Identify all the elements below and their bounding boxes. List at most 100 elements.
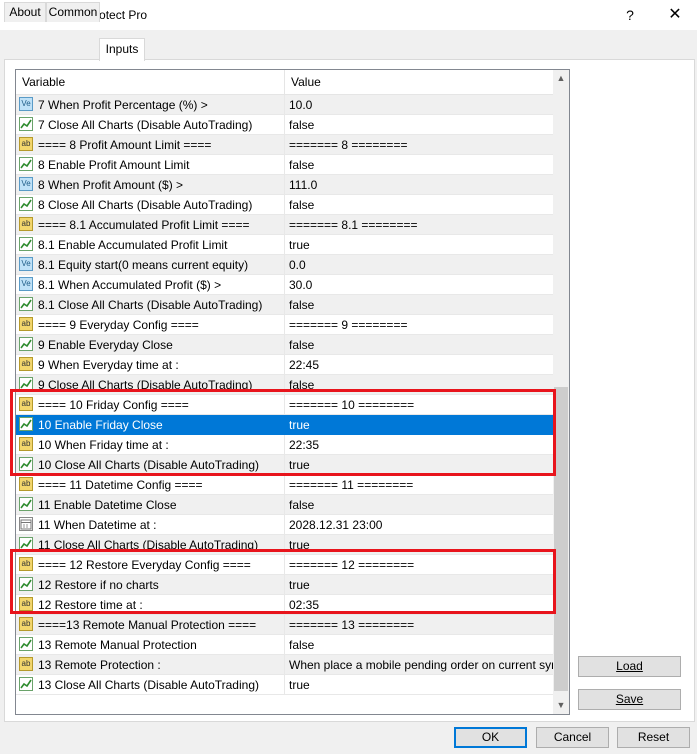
variable-cell[interactable]: ab ==== 8.1 Accumulated Profit Limit ====	[16, 215, 284, 235]
table-row[interactable]: 10 Close All Charts (Disable AutoTrading…	[16, 455, 554, 475]
value-cell[interactable]: ======= 10 ========	[284, 395, 554, 415]
table-row[interactable]: 8 Enable Profit Amount Limit false	[16, 155, 554, 175]
table-row[interactable]: 8.1 Enable Accumulated Profit Limit true	[16, 235, 554, 255]
table-row[interactable]: 13 Close All Charts (Disable AutoTrading…	[16, 675, 554, 695]
variable-cell[interactable]: Ve 8 When Profit Amount ($) >	[16, 175, 284, 195]
table-row[interactable]: 9 Close All Charts (Disable AutoTrading)…	[16, 375, 554, 395]
table-row[interactable]: ab 10 When Friday time at : 22:35	[16, 435, 554, 455]
table-row[interactable]: 11 When Datetime at : 2028.12.31 23:00	[16, 515, 554, 535]
value-cell[interactable]: true	[284, 675, 554, 695]
table-row[interactable]: ab ==== 11 Datetime Config ==== ======= 11…	[16, 475, 554, 495]
value-cell[interactable]: true	[284, 415, 554, 435]
cancel-button[interactable]: Cancel	[536, 727, 609, 748]
value-cell[interactable]: ======= 8.1 ========	[284, 215, 554, 235]
table-row[interactable]: ab ==== 10 Friday Config ==== ======= 10 =…	[16, 395, 554, 415]
scroll-up-arrow-icon[interactable]: ▲	[553, 70, 569, 87]
variable-cell[interactable]: 12 Restore if no charts	[16, 575, 284, 595]
table-row[interactable]: Ve 8.1 Equity start(0 means current equit…	[16, 255, 554, 275]
variable-cell[interactable]: ab 13 Remote Protection :	[16, 655, 284, 675]
value-cell[interactable]: true	[284, 455, 554, 475]
value-cell[interactable]: When place a mobile pending order on cur…	[284, 655, 569, 675]
table-row[interactable]: Ve 7 When Profit Percentage (%) > 10.0	[16, 95, 554, 115]
table-row[interactable]: 13 Remote Manual Protection false	[16, 635, 554, 655]
value-cell[interactable]: ======= 11 ========	[284, 475, 554, 495]
value-cell[interactable]: ======= 8 ========	[284, 135, 554, 155]
variable-cell[interactable]: Ve 8.1 Equity start(0 means current equit…	[16, 255, 284, 275]
value-cell[interactable]: false	[284, 635, 554, 655]
help-button[interactable]: ?	[619, 3, 641, 27]
variable-cell[interactable]: ab ==== 12 Restore Everyday Config ====	[16, 555, 284, 575]
variable-cell[interactable]: ab 12 Restore time at :	[16, 595, 284, 615]
variable-cell[interactable]: ab ==== 9 Everyday Config ====	[16, 315, 284, 335]
value-cell[interactable]: false	[284, 115, 554, 135]
variable-cell[interactable]: 10 Close All Charts (Disable AutoTrading…	[16, 455, 284, 475]
variable-cell[interactable]: 11 Close All Charts (Disable AutoTrading…	[16, 535, 284, 555]
variable-cell[interactable]: 8 Enable Profit Amount Limit	[16, 155, 284, 175]
variable-cell[interactable]: Ve 8.1 When Accumulated Profit ($) >	[16, 275, 284, 295]
variable-cell[interactable]: 8.1 Enable Accumulated Profit Limit	[16, 235, 284, 255]
reset-button[interactable]: Reset	[617, 727, 690, 748]
table-row[interactable]: ab ==== 9 Everyday Config ==== ======= 9 =…	[16, 315, 554, 335]
variable-cell[interactable]: 8.1 Close All Charts (Disable AutoTradin…	[16, 295, 284, 315]
value-cell[interactable]: 0.0	[284, 255, 554, 275]
value-cell[interactable]: 2028.12.31 23:00	[284, 515, 554, 535]
tab-inputs[interactable]: Inputs	[99, 38, 145, 61]
save-button[interactable]: Save	[578, 689, 681, 710]
value-cell[interactable]: true	[284, 235, 554, 255]
table-row[interactable]: 8.1 Close All Charts (Disable AutoTradin…	[16, 295, 554, 315]
table-row[interactable]: 12 Restore if no charts true	[16, 575, 554, 595]
variable-cell[interactable]: ab 10 When Friday time at :	[16, 435, 284, 455]
scrollbar-thumb[interactable]	[554, 387, 568, 691]
variable-cell[interactable]: ab 9 When Everyday time at :	[16, 355, 284, 375]
column-header-value[interactable]: Value	[285, 70, 321, 94]
table-row[interactable]: ab ==== 8 Profit Amount Limit ==== =======…	[16, 135, 554, 155]
value-cell[interactable]: ======= 13 ========	[284, 615, 554, 635]
table-row[interactable]: 11 Enable Datetime Close false	[16, 495, 554, 515]
variable-cell[interactable]: 11 When Datetime at :	[16, 515, 284, 535]
value-cell[interactable]: false	[284, 295, 554, 315]
vertical-scrollbar[interactable]: ▲ ▼	[553, 70, 569, 714]
variable-cell[interactable]: 13 Close All Charts (Disable AutoTrading…	[16, 675, 284, 695]
variable-cell[interactable]: ab ==== 11 Datetime Config ====	[16, 475, 284, 495]
variable-cell[interactable]: Ve 7 When Profit Percentage (%) >	[16, 95, 284, 115]
tab-common[interactable]: Common	[46, 2, 100, 22]
value-cell[interactable]: ======= 9 ========	[284, 315, 554, 335]
value-cell[interactable]: false	[284, 495, 554, 515]
value-cell[interactable]: true	[284, 575, 554, 595]
scroll-down-arrow-icon[interactable]: ▼	[553, 697, 569, 714]
variable-cell[interactable]: 10 Enable Friday Close	[16, 415, 284, 435]
table-row[interactable]: 11 Close All Charts (Disable AutoTrading…	[16, 535, 554, 555]
table-row[interactable]: ab 13 Remote Protection : When place a mob…	[16, 655, 569, 675]
value-cell[interactable]: 22:35	[284, 435, 554, 455]
variable-cell[interactable]: 9 Close All Charts (Disable AutoTrading)	[16, 375, 284, 395]
value-cell[interactable]: false	[284, 335, 554, 355]
close-button[interactable]: ✕	[660, 3, 690, 27]
table-row[interactable]: 7 Close All Charts (Disable AutoTrading)…	[16, 115, 554, 135]
variable-cell[interactable]: ab ==== 8 Profit Amount Limit ====	[16, 135, 284, 155]
variable-cell[interactable]: 11 Enable Datetime Close	[16, 495, 284, 515]
variable-cell[interactable]: ab ==== 10 Friday Config ====	[16, 395, 284, 415]
value-cell[interactable]: false	[284, 375, 554, 395]
variable-cell[interactable]: 13 Remote Manual Protection	[16, 635, 284, 655]
table-row[interactable]: ab ==== 12 Restore Everyday Config ==== ==…	[16, 555, 554, 575]
load-button[interactable]: Load	[578, 656, 681, 677]
tab-about[interactable]: About	[4, 2, 46, 22]
variable-cell[interactable]: ab ====13 Remote Manual Protection ====	[16, 615, 284, 635]
value-cell[interactable]: 02:35	[284, 595, 554, 615]
value-cell[interactable]: false	[284, 155, 554, 175]
table-row[interactable]: ab ====13 Remote Manual Protection ==== ==…	[16, 615, 554, 635]
table-row[interactable]: 9 Enable Everyday Close false	[16, 335, 554, 355]
variable-cell[interactable]: 8 Close All Charts (Disable AutoTrading)	[16, 195, 284, 215]
column-header-variable[interactable]: Variable	[16, 70, 65, 94]
value-cell[interactable]: 111.0	[284, 175, 554, 195]
value-cell[interactable]: 30.0	[284, 275, 554, 295]
table-row[interactable]: 10 Enable Friday Close true	[16, 415, 554, 435]
value-cell[interactable]: false	[284, 195, 554, 215]
table-row[interactable]: 8 Close All Charts (Disable AutoTrading)…	[16, 195, 554, 215]
table-row[interactable]: ab 12 Restore time at : 02:35	[16, 595, 554, 615]
table-row[interactable]: Ve 8 When Profit Amount ($) > 111.0	[16, 175, 554, 195]
value-cell[interactable]: ======= 12 ========	[284, 555, 554, 575]
table-row[interactable]: Ve 8.1 When Accumulated Profit ($) > 30.0	[16, 275, 554, 295]
value-cell[interactable]: 22:45	[284, 355, 554, 375]
table-row[interactable]: ab ==== 8.1 Accumulated Profit Limit ====…	[16, 215, 554, 235]
